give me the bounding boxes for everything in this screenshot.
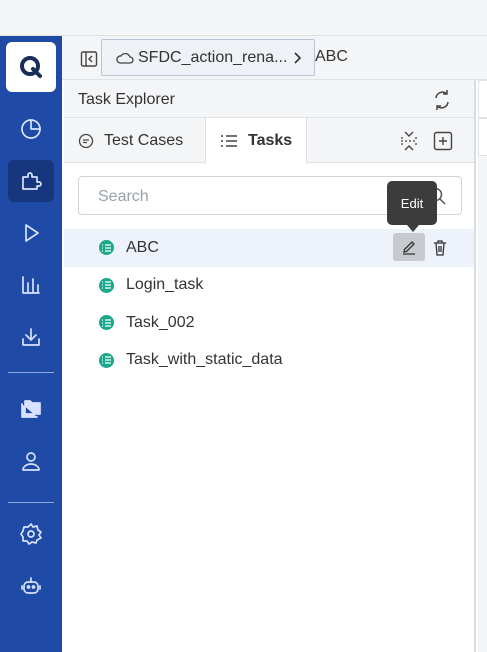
- task-list: ABC Login_task Task_002 Task_with_static…: [64, 229, 474, 379]
- nav-run[interactable]: [8, 212, 54, 254]
- chevron-right-icon: [294, 51, 302, 64]
- row-actions: [393, 233, 455, 261]
- puzzle-icon: [22, 172, 42, 190]
- task-row[interactable]: Task_with_static_data: [64, 342, 474, 380]
- task-list-icon: [99, 240, 114, 256]
- bar-chart-icon: [22, 276, 40, 294]
- breadcrumb-current: ABC: [315, 48, 348, 65]
- list-icon: [221, 135, 237, 147]
- delete-button[interactable]: [425, 233, 455, 261]
- nav-users[interactable]: [8, 440, 54, 482]
- sync-icon[interactable]: [430, 88, 454, 112]
- folders-icon: [21, 400, 41, 418]
- nav-files[interactable]: [8, 388, 54, 430]
- cloud-icon: [116, 52, 134, 64]
- task-row[interactable]: Task_002: [64, 304, 474, 342]
- main-area: SFDC_action_rena... ABC Task Explorer Te…: [62, 36, 487, 652]
- nav-settings[interactable]: [8, 513, 54, 555]
- tab-tasks-label: Tasks: [248, 132, 293, 149]
- task-list-icon: [99, 315, 114, 331]
- breadcrumb-project-label: SFDC_action_rena...: [138, 48, 288, 66]
- comment-icon: [78, 133, 94, 148]
- breadcrumb-project[interactable]: SFDC_action_rena...: [101, 39, 315, 76]
- download-icon: [22, 328, 40, 346]
- task-label: Task_002: [126, 313, 195, 331]
- nav-components[interactable]: [8, 160, 54, 202]
- task-list-icon: [99, 352, 114, 368]
- task-label: ABC: [126, 238, 159, 256]
- add-icon[interactable]: [432, 130, 454, 152]
- q-logo-icon: [20, 56, 42, 78]
- panel-header: Task Explorer: [64, 80, 474, 118]
- nav-dashboard[interactable]: [8, 108, 54, 150]
- top-strip: [0, 0, 487, 36]
- breadcrumb: SFDC_action_rena... ABC: [62, 36, 487, 80]
- sidebar-divider: [8, 372, 54, 373]
- robot-icon: [21, 577, 41, 594]
- task-row[interactable]: Login_task: [64, 267, 474, 305]
- task-label: Task_with_static_data: [126, 351, 283, 369]
- pie-chart-icon: [21, 119, 41, 139]
- nav-reports[interactable]: [8, 264, 54, 306]
- tab-test-cases-label: Test Cases: [104, 131, 184, 149]
- adjacent-pane-edge: [478, 80, 487, 652]
- collapse-all-icon[interactable]: [398, 130, 420, 152]
- edit-button[interactable]: [393, 233, 425, 261]
- tab-tasks[interactable]: Tasks: [205, 118, 307, 164]
- task-row[interactable]: ABC: [64, 229, 474, 267]
- task-explorer-panel: Task Explorer Test Cases Tasks Search AB…: [64, 80, 476, 652]
- collapse-panel-icon[interactable]: [80, 50, 98, 68]
- play-icon: [25, 224, 39, 242]
- user-icon: [22, 452, 40, 471]
- tab-bar: Test Cases Tasks: [64, 118, 474, 164]
- task-list-icon: [99, 277, 114, 293]
- nav-import[interactable]: [8, 316, 54, 358]
- app-logo[interactable]: [6, 42, 56, 92]
- trash-icon: [434, 239, 446, 256]
- gear-icon: [20, 523, 42, 545]
- task-label: Login_task: [126, 276, 204, 294]
- pencil-icon: [403, 241, 415, 255]
- edit-tooltip: Edit: [387, 181, 437, 232]
- tab-test-cases[interactable]: Test Cases: [78, 118, 204, 163]
- search-placeholder: Search: [98, 188, 149, 205]
- sidebar: [0, 36, 62, 652]
- sidebar-divider: [8, 502, 54, 503]
- panel-title: Task Explorer: [78, 91, 175, 108]
- nav-assistant[interactable]: [8, 565, 54, 607]
